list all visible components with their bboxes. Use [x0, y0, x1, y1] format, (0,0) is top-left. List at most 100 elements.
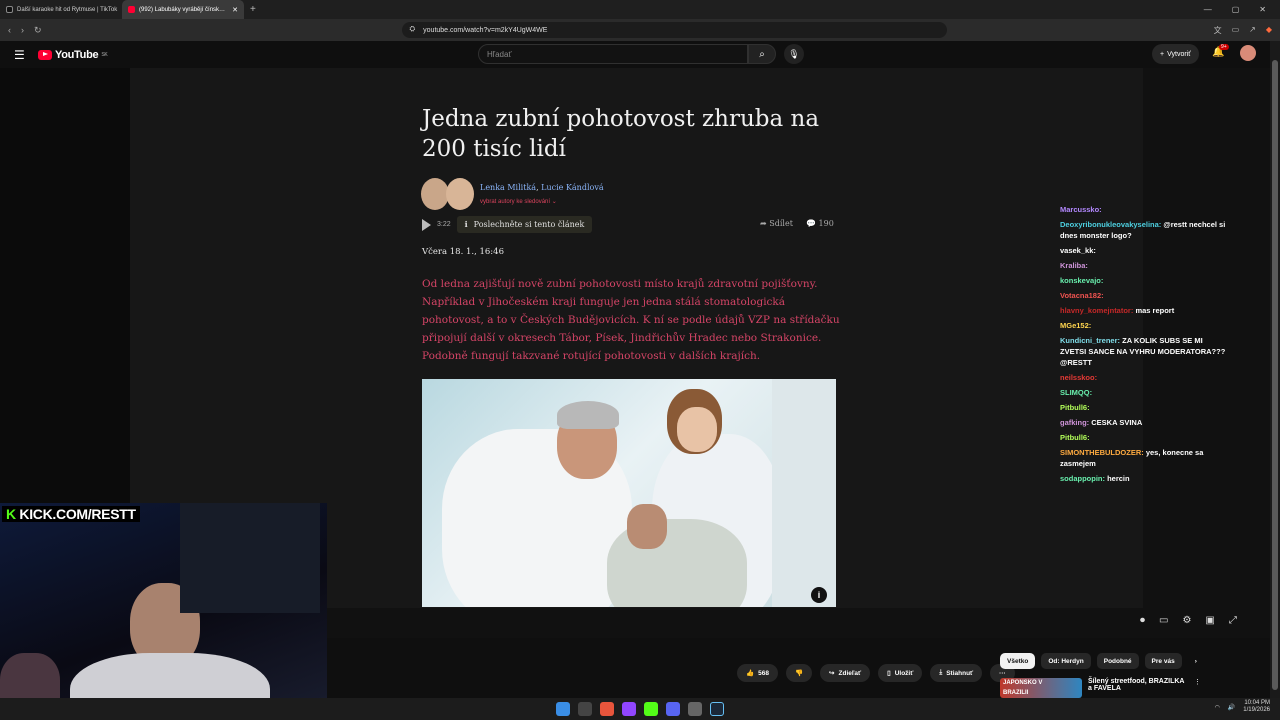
reload-icon[interactable]: ↻ [34, 25, 42, 36]
chat-username[interactable]: Kundicni_trener: [1060, 336, 1120, 345]
chevron-down-icon: ⌄ [551, 199, 557, 205]
translate-icon[interactable]: 文 [1214, 25, 1222, 36]
settings-gear-icon[interactable]: ⚙ [1182, 615, 1191, 626]
site-info-icon[interactable]: ⛭ [410, 26, 416, 34]
chat-username[interactable]: konskevajo: [1060, 276, 1103, 285]
miniplayer-icon[interactable]: ▣ [1205, 615, 1214, 626]
article-title: Jedna zubní pohotovost zhruba na 200 tis… [422, 106, 820, 162]
scrollbar-thumb[interactable] [1272, 60, 1278, 690]
close-window-icon[interactable]: ✕ [1259, 5, 1266, 14]
browser-tab-tiktok[interactable]: Další karaoke hit od Rytmuse | TikTok [0, 0, 122, 19]
start-icon[interactable] [556, 702, 570, 716]
close-tab-icon[interactable]: ✕ [232, 6, 238, 14]
share-page-icon[interactable]: ↗ [1249, 25, 1256, 36]
notification-badge: 9+ [1219, 44, 1229, 50]
back-icon[interactable]: ‹ [8, 25, 11, 35]
share-button[interactable]: ↪ Zdieľať [820, 664, 871, 682]
wifi-icon[interactable]: ◠ [1215, 704, 1220, 711]
article-share-button[interactable]: ➦ Sdílet [760, 219, 793, 228]
address-bar[interactable]: ⛭ youtube.com/watch?v=m2kY4UgW4WE [401, 22, 947, 38]
chat-username[interactable]: vasek_kk: [1060, 246, 1096, 255]
video-title[interactable]: Šílený streetfood, BRAZILKA a FAVELA [1088, 678, 1188, 698]
chip-from-channel[interactable]: Od: Herdyn [1041, 653, 1091, 669]
kebab-menu-icon[interactable]: ⋮ [1194, 678, 1201, 698]
chat-message: vasek_kk: [1060, 245, 1230, 256]
autoplay-toggle-icon[interactable]: ⏺ [1140, 615, 1145, 626]
obs-icon[interactable] [688, 702, 702, 716]
chat-username[interactable]: SLIMQQ: [1060, 388, 1092, 397]
recommended-video[interactable]: JAPONSKO V BRAZILII Šílený streetfood, B… [1000, 678, 1201, 698]
video-thumbnail[interactable]: JAPONSKO V BRAZILII [1000, 678, 1082, 698]
chip-related[interactable]: Podobné [1096, 653, 1139, 669]
like-button[interactable]: 👍 568 [737, 664, 778, 682]
forward-icon[interactable]: › [21, 25, 24, 35]
chat-username[interactable]: MGe152: [1060, 321, 1091, 330]
youtube-header: ☰ YouTube SK Hľadať ⌕ 🎙 + Vytvoriť 🔔 9+ [0, 41, 1270, 68]
clock[interactable]: 10:04 PM 1/19/2026 [1243, 700, 1270, 714]
author-link[interactable]: Lucie Kándlová [541, 183, 603, 192]
author-link[interactable]: Lenka Militká [480, 183, 536, 192]
twitch-icon[interactable] [622, 702, 636, 716]
maximize-icon[interactable]: ▢ [1232, 5, 1240, 14]
steam-icon[interactable] [710, 702, 724, 716]
chat-username[interactable]: Votacna182: [1060, 291, 1104, 300]
image-info-icon[interactable]: i [811, 587, 827, 603]
article-comments-button[interactable]: 💬 190 [806, 219, 834, 228]
fullscreen-icon[interactable]: ⤢ [1229, 615, 1237, 626]
chat-message: gafking: CESKA SVINA [1060, 417, 1230, 428]
menu-icon[interactable]: ☰ [14, 48, 38, 62]
chat-username[interactable]: SIMONTHEBULDOZER: [1060, 448, 1144, 457]
like-count: 568 [758, 669, 769, 677]
brave-icon[interactable] [600, 702, 614, 716]
chevron-right-icon[interactable]: › [1188, 653, 1204, 669]
search-button[interactable]: ⌕ [748, 44, 776, 64]
voice-search-button[interactable]: 🎙 [784, 44, 804, 64]
chat-username[interactable]: neilsskoo: [1060, 373, 1097, 382]
chat-username[interactable]: hlavny_komejntator: [1060, 306, 1133, 315]
save-button[interactable]: ▯ Uložiť [878, 664, 923, 682]
thumb-down-icon: 👎 [794, 670, 804, 677]
chat-message: Pitbull6: [1060, 432, 1230, 443]
file-explorer-icon[interactable] [578, 702, 592, 716]
tiktok-icon [6, 6, 13, 13]
chat-username[interactable]: Pitbull6: [1060, 403, 1090, 412]
volume-icon[interactable]: 🔊 [1228, 704, 1235, 711]
chat-username[interactable]: Pitbull6: [1060, 433, 1090, 442]
mic-icon: 🎙 [788, 48, 800, 59]
article-authors: Lenka Militká, Lucie Kándlová [480, 183, 604, 192]
subtitles-icon[interactable]: ▭ [1159, 615, 1168, 626]
minimize-icon[interactable]: — [1204, 5, 1212, 14]
chat-username[interactable]: gafking: [1060, 418, 1089, 427]
browser-tab-youtube[interactable]: (992) Labubáky vyrábějí čínsk… ✕ [122, 0, 244, 19]
follow-authors-link[interactable]: vybrat autory ke sledování ⌄ [480, 198, 557, 205]
new-tab-button[interactable]: + [244, 4, 262, 15]
chat-username[interactable]: sodappopin: [1060, 474, 1105, 483]
dislike-button[interactable]: 👎 [785, 664, 813, 682]
play-icon[interactable] [422, 218, 431, 231]
avatar[interactable] [1240, 45, 1256, 61]
chat-text: CESKA SVINA [1091, 418, 1143, 427]
kick-icon[interactable] [644, 702, 658, 716]
url-text: youtube.com/watch?v=m2kY4UgW4WE [423, 26, 548, 34]
chip-for-you[interactable]: Pre vás [1144, 653, 1182, 669]
chat-username[interactable]: Kraliba: [1060, 261, 1088, 270]
chat-username[interactable]: Deoxyribonukleovakyselina: [1060, 220, 1161, 229]
brave-shield-icon[interactable]: ◆ [1266, 25, 1272, 36]
create-button[interactable]: + Vytvoriť [1152, 44, 1199, 64]
window-controls: — ▢ ✕ [1204, 5, 1280, 14]
chat-username[interactable]: Marcussko: [1060, 205, 1102, 214]
download-button[interactable]: ⤓ Stiahnuť [930, 664, 983, 682]
plus-icon: + [1160, 50, 1165, 58]
discord-icon[interactable] [666, 702, 680, 716]
listen-article-button[interactable]: ℹ Poslechněte si tento článek [456, 216, 593, 233]
follow-label: vybrat autory ke sledování [480, 199, 551, 205]
player-controls: ⏺ ▭ ⚙ ▣ ⤢ [1140, 615, 1237, 626]
chat-message: SLIMQQ: [1060, 387, 1230, 398]
cast-icon[interactable]: ▭ [1232, 25, 1240, 36]
search-input[interactable]: Hľadať [478, 44, 748, 64]
youtube-logo[interactable]: YouTube SK [38, 49, 108, 61]
stream-chat-overlay: Marcussko: Deoxyribonukleovakyselina: @r… [1060, 204, 1230, 488]
chip-all[interactable]: Všetko [1000, 653, 1036, 669]
chat-message: Marcussko: [1060, 204, 1230, 215]
chat-text: hercin [1107, 474, 1130, 483]
